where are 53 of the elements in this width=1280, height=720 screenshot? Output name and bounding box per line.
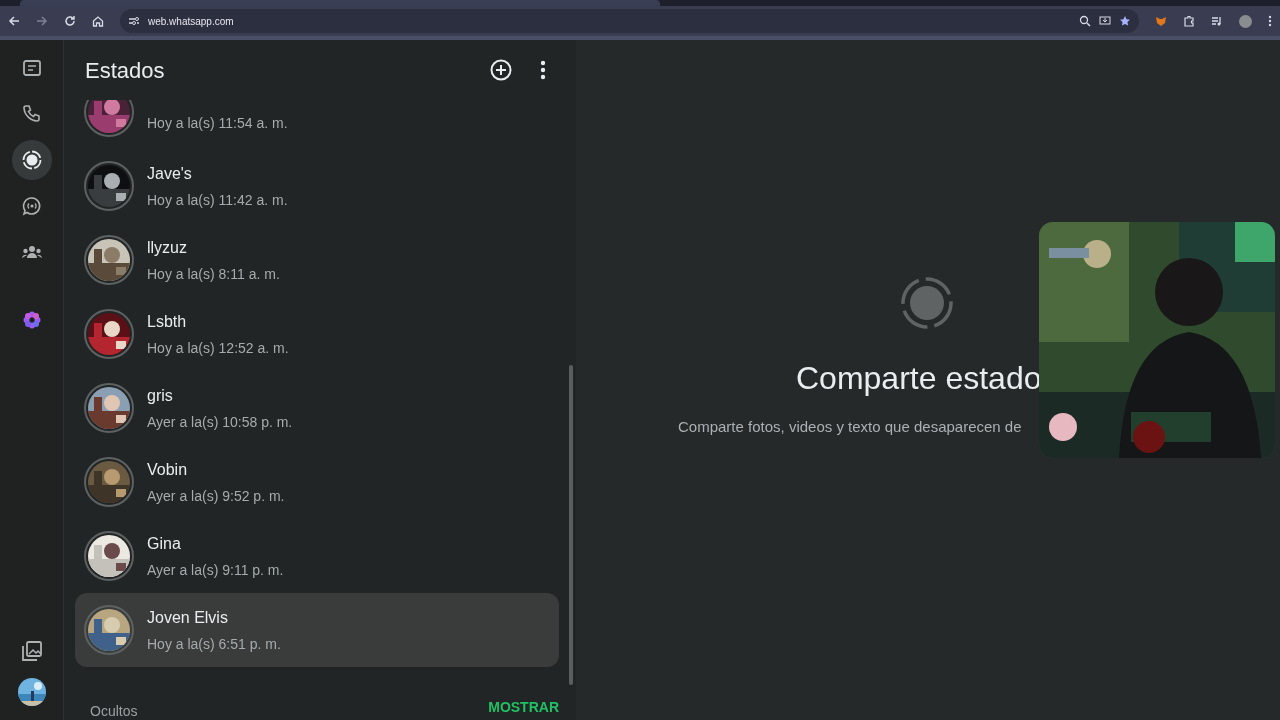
status-time: Ayer a la(s) 9:11 p. m. (147, 560, 284, 580)
status-time: Ayer a la(s) 9:52 p. m. (147, 486, 285, 506)
status-icon (20, 149, 43, 171)
site-settings-icon[interactable] (128, 15, 140, 27)
forward-icon[interactable] (36, 15, 48, 27)
status-row[interactable]: Jave's Hoy a la(s) 11:42 a. m. (75, 149, 559, 223)
panel-title: Estados (85, 56, 166, 85)
reload-icon[interactable] (64, 15, 76, 27)
status-row[interactable]: Lsbth Hoy a la(s) 12:52 a. m. (75, 297, 559, 371)
chats-icon (20, 57, 43, 79)
contact-name: llyzuz (147, 237, 188, 258)
profile-avatar[interactable] (1239, 14, 1252, 28)
contact-name: Joven Elvis (147, 607, 229, 628)
status-time: Hoy a la(s) 11:42 a. m. (147, 190, 288, 210)
contact-name: Gina (147, 533, 182, 554)
contact-name: Lsbth (147, 311, 188, 332)
install-icon[interactable] (1099, 15, 1111, 27)
status-time: Ayer a la(s) 10:58 p. m. (147, 412, 293, 432)
more-options-icon[interactable] (540, 60, 546, 80)
phone-icon (20, 103, 43, 125)
scrollbar[interactable] (569, 365, 573, 685)
channels-icon (20, 195, 43, 217)
status-row[interactable]: Hoy a la(s) 11:54 a. m. (75, 100, 559, 149)
status-row[interactable]: Gina Ayer a la(s) 9:11 p. m. (75, 519, 559, 593)
status-row[interactable]: llyzuz Hoy a la(s) 8:11 a. m. (75, 223, 559, 297)
status-time: Hoy a la(s) 6:51 p. m. (147, 634, 281, 654)
section-label: Ocultos (90, 702, 139, 720)
status-row[interactable]: gris Ayer a la(s) 10:58 p. m. (75, 371, 559, 445)
media-gallery-icon[interactable] (20, 640, 43, 662)
address-bar[interactable]: web.whatsapp.com (120, 9, 1139, 33)
home-icon[interactable] (92, 15, 104, 27)
puzzle-icon[interactable] (1183, 15, 1195, 27)
status-row[interactable]: Vobin Ayer a la(s) 9:52 p. m. (75, 445, 559, 519)
zoom-icon[interactable] (1079, 15, 1091, 27)
media-icon[interactable] (1211, 15, 1223, 27)
show-link[interactable]: MOSTRAR (488, 697, 559, 718)
back-icon[interactable] (8, 15, 20, 27)
bookmark-star-icon[interactable] (1119, 15, 1131, 27)
status-tab[interactable] (11, 140, 52, 180)
empty-state-title: Comparte estado (796, 359, 1043, 398)
extension-icon[interactable] (1155, 15, 1167, 27)
contact-name: gris (147, 385, 174, 406)
status-time: Hoy a la(s) 11:54 a. m. (147, 113, 288, 133)
status-row[interactable]: Joven Elvis Hoy a la(s) 6:51 p. m. (75, 593, 559, 667)
status-icon (900, 276, 954, 330)
menu-icon[interactable] (1268, 15, 1272, 27)
contact-name: Jave's (147, 163, 193, 184)
status-time: Hoy a la(s) 8:11 a. m. (147, 264, 280, 284)
url-text: web.whatsapp.com (148, 14, 234, 29)
empty-state-text: Comparte fotos, videos y texto que desaparecen de (678, 417, 1023, 437)
contact-name: Vobin (147, 459, 189, 480)
add-status-icon[interactable] (490, 59, 512, 81)
status-time: Hoy a la(s) 12:52 a. m. (147, 338, 289, 358)
